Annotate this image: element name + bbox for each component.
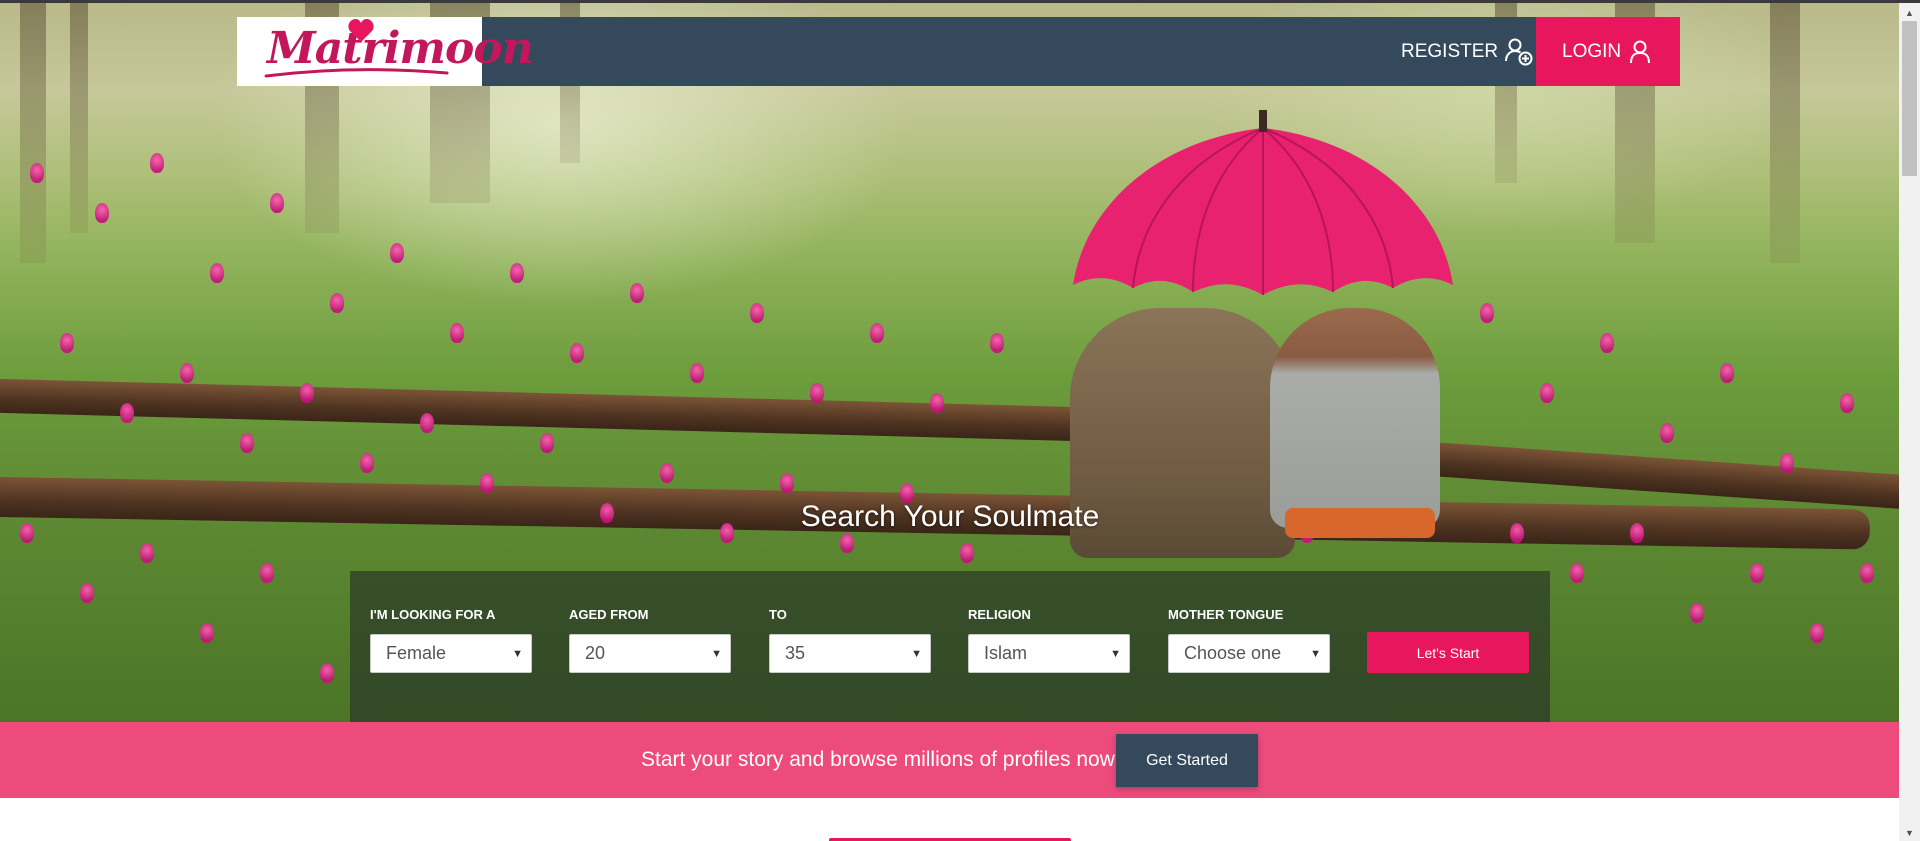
- caret-down-icon: ▼: [512, 648, 523, 660]
- looking-for-field: I'M LOOKING FOR A Female ▼: [370, 607, 532, 673]
- mother-tongue-label: MOTHER TONGUE: [1168, 607, 1284, 622]
- caret-down-icon: ▼: [911, 648, 922, 660]
- aged-from-field: AGED FROM 20 ▼: [569, 607, 731, 673]
- search-heading: Search Your Soulmate: [800, 500, 1100, 533]
- looking-for-label: I'M LOOKING FOR A: [370, 607, 496, 622]
- heart-icon: [348, 19, 374, 42]
- scroll-up-arrow-icon[interactable]: ▲: [1899, 4, 1920, 21]
- register-label: REGISTER: [1401, 40, 1499, 62]
- religion-select[interactable]: Islam ▼: [968, 634, 1130, 673]
- mother-tongue-select[interactable]: Choose one ▼: [1168, 634, 1330, 673]
- religion-field: RELIGION Islam ▼: [968, 607, 1130, 673]
- lets-start-button[interactable]: Let's Start: [1367, 632, 1529, 673]
- aged-from-label: AGED FROM: [569, 607, 649, 622]
- looking-for-select[interactable]: Female ▼: [370, 634, 532, 673]
- couple-woman: [1270, 308, 1440, 528]
- caret-down-icon: ▼: [1110, 648, 1121, 660]
- get-started-button[interactable]: Get Started: [1116, 734, 1258, 787]
- next-section: [0, 798, 1899, 841]
- cta-text: Start your story and browse millions of …: [641, 748, 1121, 771]
- religion-label: RELIGION: [968, 607, 1031, 622]
- brand-logo[interactable]: Matrimoon: [237, 17, 534, 86]
- add-user-icon: [1505, 38, 1533, 65]
- mother-tongue-field: MOTHER TONGUE Choose one ▼: [1168, 607, 1330, 673]
- scrollbar-thumb[interactable]: [1902, 21, 1917, 176]
- login-label: LOGIN: [1562, 40, 1622, 62]
- user-icon: [1630, 40, 1651, 63]
- login-button[interactable]: LOGIN: [1536, 17, 1680, 86]
- aged-from-select[interactable]: 20 ▼: [569, 634, 731, 673]
- umbrella-graphic: [1073, 110, 1453, 295]
- age-to-field: TO 35 ▼: [769, 607, 931, 673]
- register-link[interactable]: REGISTER: [1390, 17, 1536, 86]
- caret-down-icon: ▼: [711, 648, 722, 660]
- logo-underline-swoosh: [264, 68, 449, 78]
- age-to-label: TO: [769, 607, 787, 622]
- caret-down-icon: ▼: [1310, 648, 1321, 660]
- age-to-select[interactable]: 35 ▼: [769, 634, 931, 673]
- scroll-down-arrow-icon[interactable]: ▼: [1899, 824, 1920, 841]
